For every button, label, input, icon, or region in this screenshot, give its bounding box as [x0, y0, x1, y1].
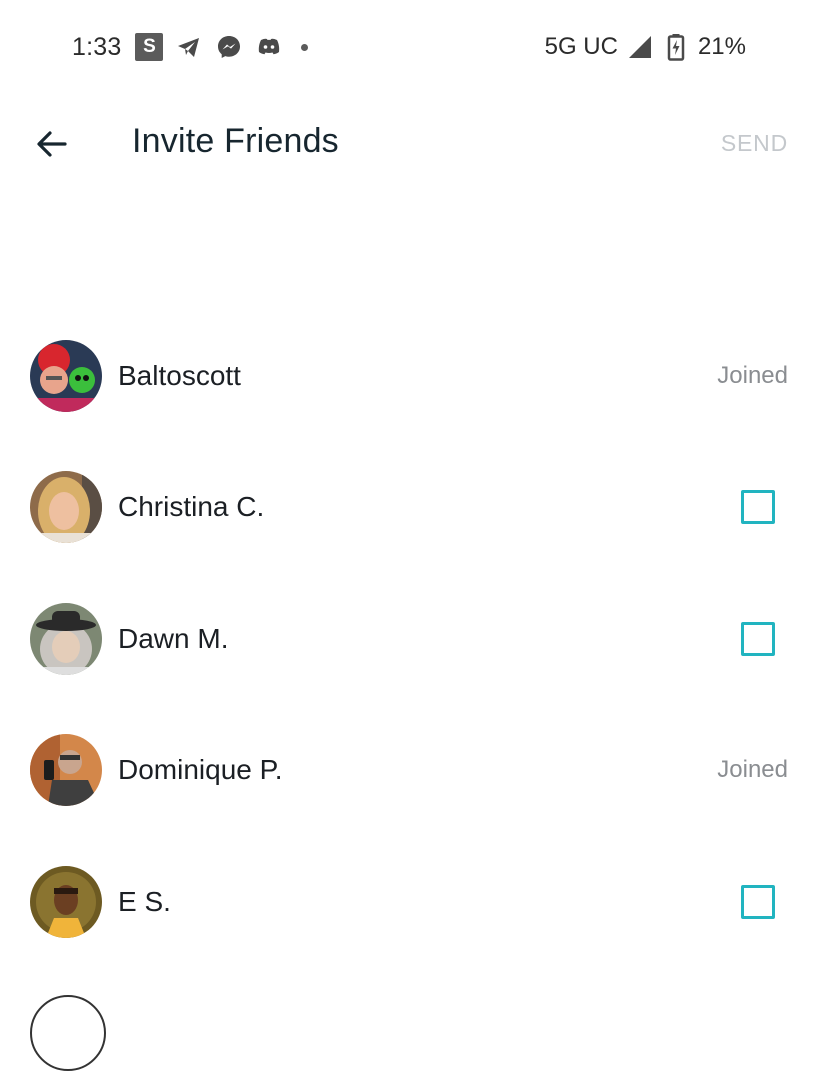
- friend-row[interactable]: Christina C.: [0, 442, 818, 574]
- avatar: [30, 471, 102, 544]
- friend-row[interactable]: Dominique P. Joined: [0, 705, 818, 837]
- battery-percent: 21%: [697, 33, 746, 60]
- friend-name: Dominique P.: [118, 754, 283, 786]
- invite-checkbox[interactable]: [741, 490, 775, 525]
- discord-icon: [255, 33, 283, 61]
- avatar: [30, 602, 102, 675]
- joined-status: Joined: [717, 756, 788, 784]
- friend-row[interactable]: E S.: [0, 836, 818, 968]
- avatar: [30, 339, 102, 412]
- friend-name: Dawn M.: [118, 622, 229, 654]
- telegram-icon: [175, 33, 203, 61]
- friend-row[interactable]: Dawn M.: [0, 573, 818, 705]
- avatar: [30, 865, 102, 938]
- avatar: [30, 995, 106, 1071]
- friend-list: Baltoscott Joined Christina C. Dawn M. D…: [0, 310, 818, 968]
- messenger-icon: [215, 33, 243, 61]
- status-time: 1:33: [72, 32, 122, 61]
- s-app-icon: S: [135, 33, 164, 61]
- joined-status: Joined: [717, 361, 788, 389]
- friend-name: Christina C.: [118, 491, 265, 523]
- battery-charging-icon: [662, 33, 690, 61]
- invite-checkbox[interactable]: [741, 884, 775, 919]
- status-bar-right: 5G UC 21%: [545, 30, 746, 64]
- friend-row[interactable]: Baltoscott Joined: [0, 310, 818, 442]
- send-button[interactable]: SEND: [721, 130, 788, 157]
- friend-name: Baltoscott: [118, 359, 241, 391]
- avatar: [30, 734, 102, 807]
- app-bar: Invite Friends SEND: [0, 100, 818, 188]
- back-button[interactable]: [30, 122, 74, 166]
- page-title: Invite Friends: [132, 122, 339, 160]
- arrow-left-icon: [37, 131, 67, 157]
- signal-icon: [626, 33, 654, 61]
- friend-name: E S.: [118, 885, 171, 917]
- more-notifications-dot: [301, 43, 309, 51]
- status-bar-left: 1:33 S: [72, 30, 309, 64]
- network-label: 5G UC: [544, 33, 618, 60]
- invite-checkbox[interactable]: [741, 621, 775, 656]
- status-bar: 1:33 S 5G UC 21%: [0, 0, 818, 92]
